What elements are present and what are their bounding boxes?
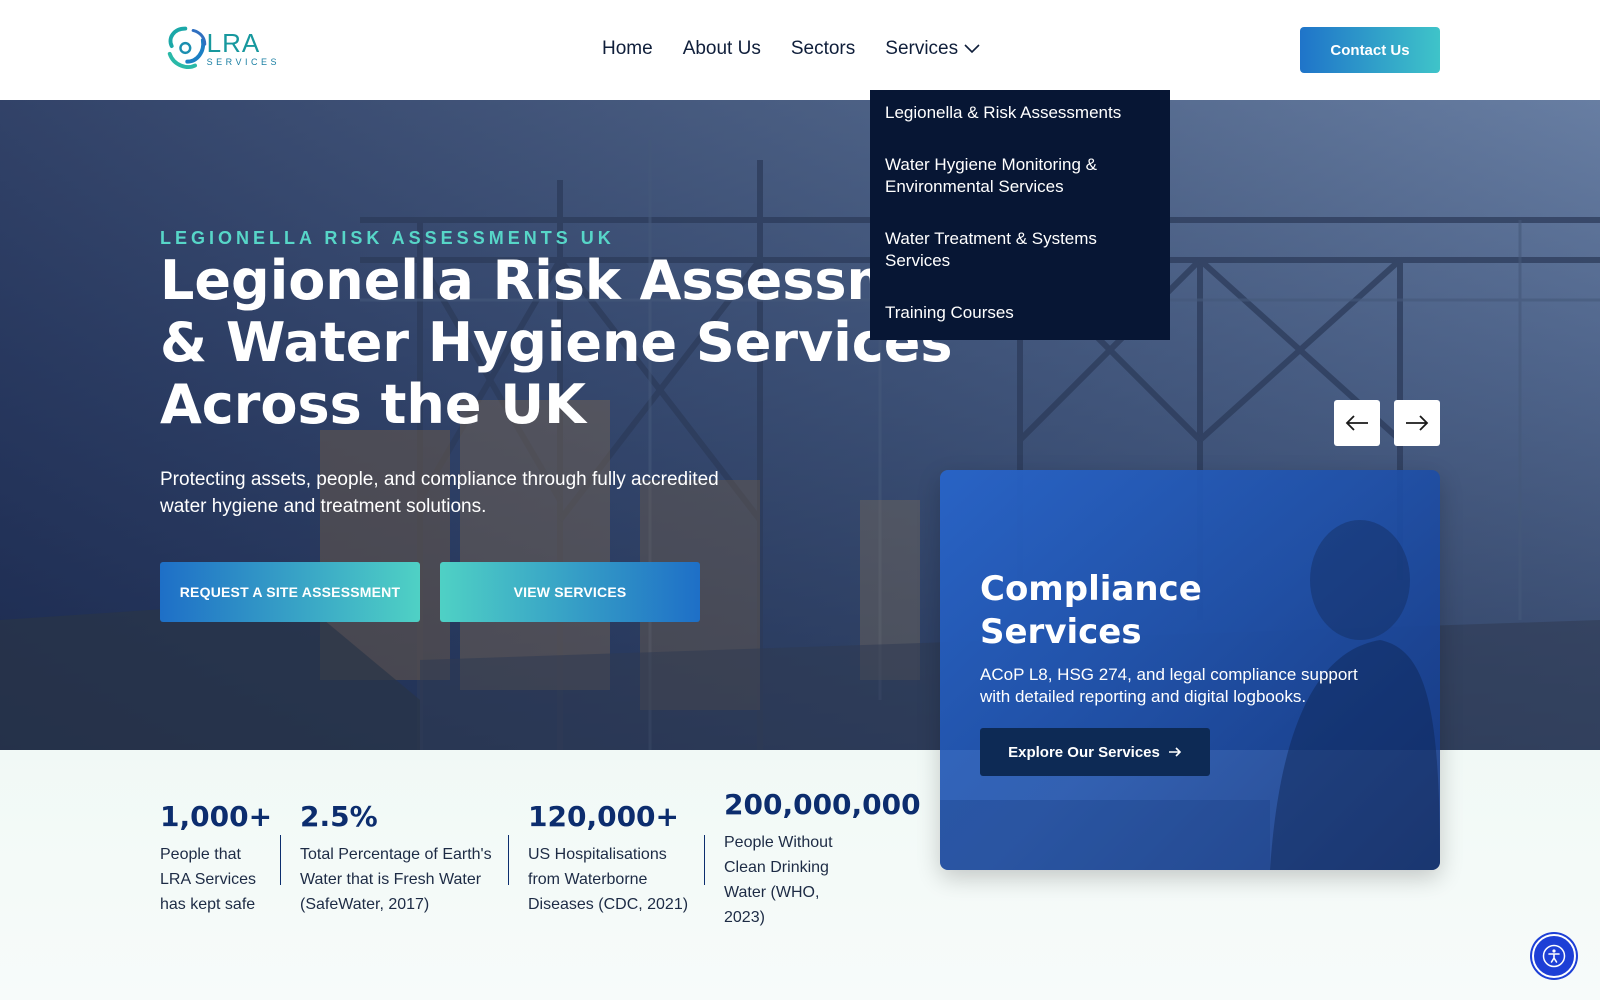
request-site-assessment-button[interactable]: REQUEST A SITE ASSESSMENT <box>160 562 420 622</box>
stat-divider <box>704 835 705 885</box>
stat-people-kept-safe: 1,000+ People that LRA Services has kept… <box>160 800 273 917</box>
arrow-right-icon <box>1406 415 1429 431</box>
site-header: LRA SERVICES Home About Us Sectors Servi… <box>0 0 1600 100</box>
stat-divider <box>280 835 281 885</box>
dropdown-item-training[interactable]: Training Courses <box>870 302 1170 324</box>
hero-eyebrow: LEGIONELLA RISK ASSESSMENTS UK <box>160 228 615 248</box>
stat-label: Total Percentage of Earth's Water that i… <box>300 846 492 913</box>
hero-subtitle: Protecting assets, people, and complianc… <box>160 469 719 517</box>
dropdown-item-legionella-risk[interactable]: Legionella & Risk Assessments <box>870 102 1170 124</box>
contact-us-button[interactable]: Contact Us <box>1300 27 1440 73</box>
dropdown-item-water-treatment[interactable]: Water Treatment & Systems Services <box>870 228 1170 272</box>
compliance-services-card: Compliance Services ACoP L8, HSG 274, an… <box>940 470 1440 870</box>
services-dropdown-menu: Legionella & Risk Assessments Water Hygi… <box>870 90 1170 340</box>
stat-value: 200,000,000 <box>724 788 921 821</box>
card-title: Compliance Services <box>980 569 1202 652</box>
carousel-prev-button[interactable] <box>1334 400 1380 446</box>
nav-about-us[interactable]: About Us <box>683 38 761 60</box>
explore-services-button[interactable]: Explore Our Services <box>980 728 1210 776</box>
card-text: ACoP L8, HSG 274, and legal compliance s… <box>980 665 1358 706</box>
stat-label: People Without Clean Drinking Water (WHO… <box>724 834 833 926</box>
carousel-next-button[interactable] <box>1394 400 1440 446</box>
nav-sectors[interactable]: Sectors <box>791 38 855 60</box>
accessibility-icon <box>1542 944 1566 968</box>
nav-services[interactable]: Services <box>885 38 980 60</box>
logo-text: LRA <box>206 27 261 58</box>
arrow-left-icon <box>1345 415 1368 431</box>
arrow-right-icon <box>1168 747 1182 757</box>
stat-value: 2.5% <box>300 800 378 833</box>
stat-divider <box>508 835 509 885</box>
stat-value: 120,000+ <box>528 800 679 833</box>
stat-hospitalisations: 120,000+ US Hospitalisations from Waterb… <box>528 800 698 917</box>
logo[interactable]: LRA SERVICES <box>160 22 280 74</box>
stat-label: People that LRA Services has kept safe <box>160 846 257 913</box>
accessibility-button[interactable] <box>1532 934 1576 978</box>
logo-swirl-icon <box>167 26 207 69</box>
stat-fresh-water: 2.5% Total Percentage of Earth's Water t… <box>300 800 500 917</box>
logo-subtext: SERVICES <box>206 56 280 67</box>
view-services-button[interactable]: VIEW SERVICES <box>440 562 700 622</box>
stat-no-clean-water: 200,000,000 People Without Clean Drinkin… <box>724 788 924 930</box>
nav-home[interactable]: Home <box>602 38 653 60</box>
chevron-down-icon <box>964 44 980 54</box>
dropdown-item-water-hygiene[interactable]: Water Hygiene Monitoring & Environmental… <box>870 154 1170 198</box>
main-nav: Home About Us Sectors Services <box>602 38 1010 60</box>
stat-value: 1,000+ <box>160 800 273 833</box>
stat-label: US Hospitalisations from Waterborne Dise… <box>528 846 689 913</box>
